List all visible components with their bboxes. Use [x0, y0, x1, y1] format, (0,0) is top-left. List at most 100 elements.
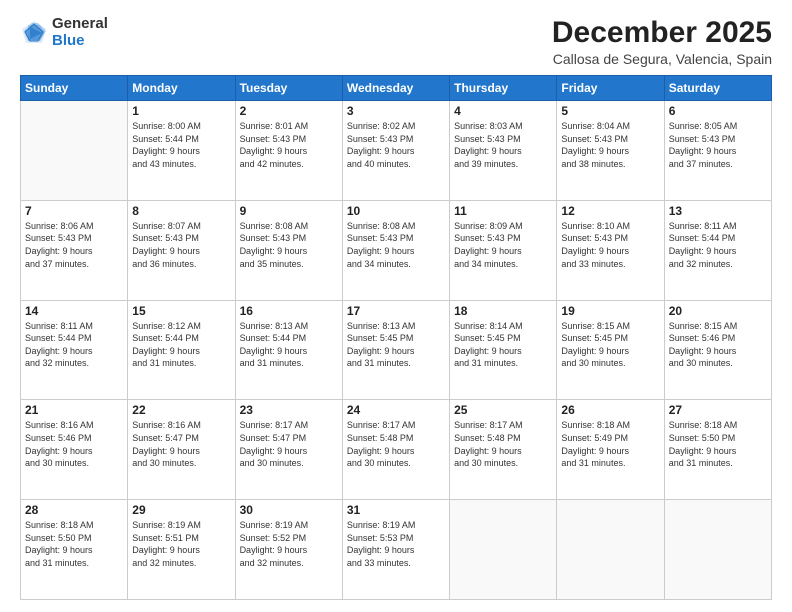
day-number-w1-d6: 13 — [669, 204, 767, 218]
day-info-w2-d1: Sunrise: 8:12 AM Sunset: 5:44 PM Dayligh… — [132, 320, 230, 370]
day-info-w2-d3: Sunrise: 8:13 AM Sunset: 5:45 PM Dayligh… — [347, 320, 445, 370]
day-info-w3-d4: Sunrise: 8:17 AM Sunset: 5:48 PM Dayligh… — [454, 419, 552, 469]
logo-general: General — [52, 16, 108, 33]
day-info-w4-d1: Sunrise: 8:19 AM Sunset: 5:51 PM Dayligh… — [132, 519, 230, 569]
day-info-w3-d1: Sunrise: 8:16 AM Sunset: 5:47 PM Dayligh… — [132, 419, 230, 469]
calendar-cell-w3-d4: 25 Sunrise: 8:17 AM Sunset: 5:48 PM Dayli… — [450, 400, 557, 500]
calendar-cell-w2-d5: 19Sunrise: 8:15 AM Sunset: 5:45 PM Dayli… — [557, 300, 664, 400]
day-number-w2-d3: 17 — [347, 304, 445, 318]
month-title: December 2025 — [552, 16, 772, 49]
calendar-cell-w4-d2: 30 Sunrise: 8:19 AM Sunset: 5:52 PM Dayli… — [235, 500, 342, 600]
calendar-cell-w0-d5: 5 Sunrise: 8:04 AM Sunset: 5:43 PM Daylig… — [557, 101, 664, 201]
day-number-w2-d4: 18 — [454, 304, 552, 318]
day-number-w3-d0: 21 — [25, 403, 123, 417]
calendar-cell-w1-d5: 12Sunrise: 8:10 AM Sunset: 5:43 PM Dayli… — [557, 200, 664, 300]
day-info-w3-d6: Sunrise: 8:18 AM Sunset: 5:50 PM Dayligh… — [669, 419, 767, 469]
calendar-cell-w1-d4: 11 Sunrise: 8:09 AM Sunset: 5:43 PM Dayli… — [450, 200, 557, 300]
week-row-0: 1 Sunrise: 8:00 AM Sunset: 5:44 PM Daylig… — [21, 101, 772, 201]
day-number-w2-d1: 15 — [132, 304, 230, 318]
day-number-w3-d1: 22 — [132, 403, 230, 417]
day-number-w1-d4: 11 — [454, 204, 552, 218]
day-info-w1-d0: Sunrise: 8:06 AM Sunset: 5:43 PM Dayligh… — [25, 220, 123, 270]
day-info-w3-d0: Sunrise: 8:16 AM Sunset: 5:46 PM Dayligh… — [25, 419, 123, 469]
week-row-2: 14 Sunrise: 8:11 AM Sunset: 5:44 PM Dayli… — [21, 300, 772, 400]
day-info-w2-d4: Sunrise: 8:14 AM Sunset: 5:45 PM Dayligh… — [454, 320, 552, 370]
day-number-w2-d2: 16 — [240, 304, 338, 318]
header-saturday: Saturday — [664, 76, 771, 101]
logo: General Blue — [20, 16, 108, 49]
logo-blue: Blue — [52, 33, 108, 50]
calendar-cell-w4-d4 — [450, 500, 557, 600]
calendar-cell-w4-d5 — [557, 500, 664, 600]
calendar-cell-w3-d0: 21 Sunrise: 8:16 AM Sunset: 5:46 PM Dayli… — [21, 400, 128, 500]
calendar-cell-w1-d3: 10Sunrise: 8:08 AM Sunset: 5:43 PM Dayli… — [342, 200, 449, 300]
title-block: December 2025 Callosa de Segura, Valenci… — [552, 16, 772, 67]
week-row-3: 21 Sunrise: 8:16 AM Sunset: 5:46 PM Dayli… — [21, 400, 772, 500]
day-info-w1-d4: Sunrise: 8:09 AM Sunset: 5:43 PM Dayligh… — [454, 220, 552, 270]
day-number-w4-d1: 29 — [132, 503, 230, 517]
day-info-w0-d6: Sunrise: 8:05 AM Sunset: 5:43 PM Dayligh… — [669, 120, 767, 170]
calendar-cell-w3-d1: 22 Sunrise: 8:16 AM Sunset: 5:47 PM Dayli… — [128, 400, 235, 500]
calendar-cell-w0-d4: 4 Sunrise: 8:03 AM Sunset: 5:43 PM Daylig… — [450, 101, 557, 201]
day-number-w0-d5: 5 — [561, 104, 659, 118]
calendar-cell-w1-d0: 7Sunrise: 8:06 AM Sunset: 5:43 PM Daylig… — [21, 200, 128, 300]
day-number-w2-d6: 20 — [669, 304, 767, 318]
header-wednesday: Wednesday — [342, 76, 449, 101]
day-info-w4-d2: Sunrise: 8:19 AM Sunset: 5:52 PM Dayligh… — [240, 519, 338, 569]
calendar: Sunday Monday Tuesday Wednesday Thursday… — [20, 75, 772, 600]
day-number-w2-d0: 14 — [25, 304, 123, 318]
calendar-cell-w1-d6: 13 Sunrise: 8:11 AM Sunset: 5:44 PM Dayli… — [664, 200, 771, 300]
calendar-cell-w1-d2: 9 Sunrise: 8:08 AM Sunset: 5:43 PM Daylig… — [235, 200, 342, 300]
day-info-w1-d6: Sunrise: 8:11 AM Sunset: 5:44 PM Dayligh… — [669, 220, 767, 270]
calendar-cell-w2-d1: 15 Sunrise: 8:12 AM Sunset: 5:44 PM Dayli… — [128, 300, 235, 400]
day-number-w3-d5: 26 — [561, 403, 659, 417]
day-info-w3-d3: Sunrise: 8:17 AM Sunset: 5:48 PM Dayligh… — [347, 419, 445, 469]
day-info-w1-d5: Sunrise: 8:10 AM Sunset: 5:43 PM Dayligh… — [561, 220, 659, 270]
day-number-w3-d6: 27 — [669, 403, 767, 417]
calendar-header-row: Sunday Monday Tuesday Wednesday Thursday… — [21, 76, 772, 101]
day-number-w1-d2: 9 — [240, 204, 338, 218]
day-info-w2-d0: Sunrise: 8:11 AM Sunset: 5:44 PM Dayligh… — [25, 320, 123, 370]
week-row-1: 7Sunrise: 8:06 AM Sunset: 5:43 PM Daylig… — [21, 200, 772, 300]
day-info-w1-d2: Sunrise: 8:08 AM Sunset: 5:43 PM Dayligh… — [240, 220, 338, 270]
day-number-w0-d1: 1 — [132, 104, 230, 118]
day-number-w0-d4: 4 — [454, 104, 552, 118]
day-info-w0-d2: Sunrise: 8:01 AM Sunset: 5:43 PM Dayligh… — [240, 120, 338, 170]
calendar-cell-w4-d1: 29 Sunrise: 8:19 AM Sunset: 5:51 PM Dayli… — [128, 500, 235, 600]
calendar-cell-w1-d1: 8Sunrise: 8:07 AM Sunset: 5:43 PM Daylig… — [128, 200, 235, 300]
calendar-cell-w0-d6: 6 Sunrise: 8:05 AM Sunset: 5:43 PM Daylig… — [664, 101, 771, 201]
day-info-w3-d5: Sunrise: 8:18 AM Sunset: 5:49 PM Dayligh… — [561, 419, 659, 469]
calendar-cell-w3-d3: 24 Sunrise: 8:17 AM Sunset: 5:48 PM Dayli… — [342, 400, 449, 500]
calendar-cell-w2-d6: 20Sunrise: 8:15 AM Sunset: 5:46 PM Dayli… — [664, 300, 771, 400]
day-number-w3-d2: 23 — [240, 403, 338, 417]
day-info-w1-d1: Sunrise: 8:07 AM Sunset: 5:43 PM Dayligh… — [132, 220, 230, 270]
day-info-w0-d5: Sunrise: 8:04 AM Sunset: 5:43 PM Dayligh… — [561, 120, 659, 170]
calendar-cell-w4-d6 — [664, 500, 771, 600]
day-info-w3-d2: Sunrise: 8:17 AM Sunset: 5:47 PM Dayligh… — [240, 419, 338, 469]
calendar-cell-w0-d3: 3Sunrise: 8:02 AM Sunset: 5:43 PM Daylig… — [342, 101, 449, 201]
header-friday: Friday — [557, 76, 664, 101]
location: Callosa de Segura, Valencia, Spain — [552, 51, 772, 67]
day-number-w4-d2: 30 — [240, 503, 338, 517]
day-info-w0-d4: Sunrise: 8:03 AM Sunset: 5:43 PM Dayligh… — [454, 120, 552, 170]
calendar-cell-w2-d2: 16Sunrise: 8:13 AM Sunset: 5:44 PM Dayli… — [235, 300, 342, 400]
logo-text: General Blue — [52, 16, 108, 49]
week-row-4: 28Sunrise: 8:18 AM Sunset: 5:50 PM Dayli… — [21, 500, 772, 600]
header-sunday: Sunday — [21, 76, 128, 101]
calendar-cell-w0-d1: 1 Sunrise: 8:00 AM Sunset: 5:44 PM Daylig… — [128, 101, 235, 201]
header-thursday: Thursday — [450, 76, 557, 101]
day-number-w3-d3: 24 — [347, 403, 445, 417]
day-number-w0-d3: 3 — [347, 104, 445, 118]
day-number-w3-d4: 25 — [454, 403, 552, 417]
calendar-cell-w3-d5: 26 Sunrise: 8:18 AM Sunset: 5:49 PM Dayli… — [557, 400, 664, 500]
calendar-cell-w2-d0: 14 Sunrise: 8:11 AM Sunset: 5:44 PM Dayli… — [21, 300, 128, 400]
day-info-w2-d5: Sunrise: 8:15 AM Sunset: 5:45 PM Dayligh… — [561, 320, 659, 370]
day-number-w4-d3: 31 — [347, 503, 445, 517]
day-number-w0-d6: 6 — [669, 104, 767, 118]
calendar-cell-w0-d0 — [21, 101, 128, 201]
header-monday: Monday — [128, 76, 235, 101]
header-tuesday: Tuesday — [235, 76, 342, 101]
calendar-cell-w4-d0: 28Sunrise: 8:18 AM Sunset: 5:50 PM Dayli… — [21, 500, 128, 600]
day-info-w0-d1: Sunrise: 8:00 AM Sunset: 5:44 PM Dayligh… — [132, 120, 230, 170]
calendar-cell-w3-d2: 23 Sunrise: 8:17 AM Sunset: 5:47 PM Dayli… — [235, 400, 342, 500]
